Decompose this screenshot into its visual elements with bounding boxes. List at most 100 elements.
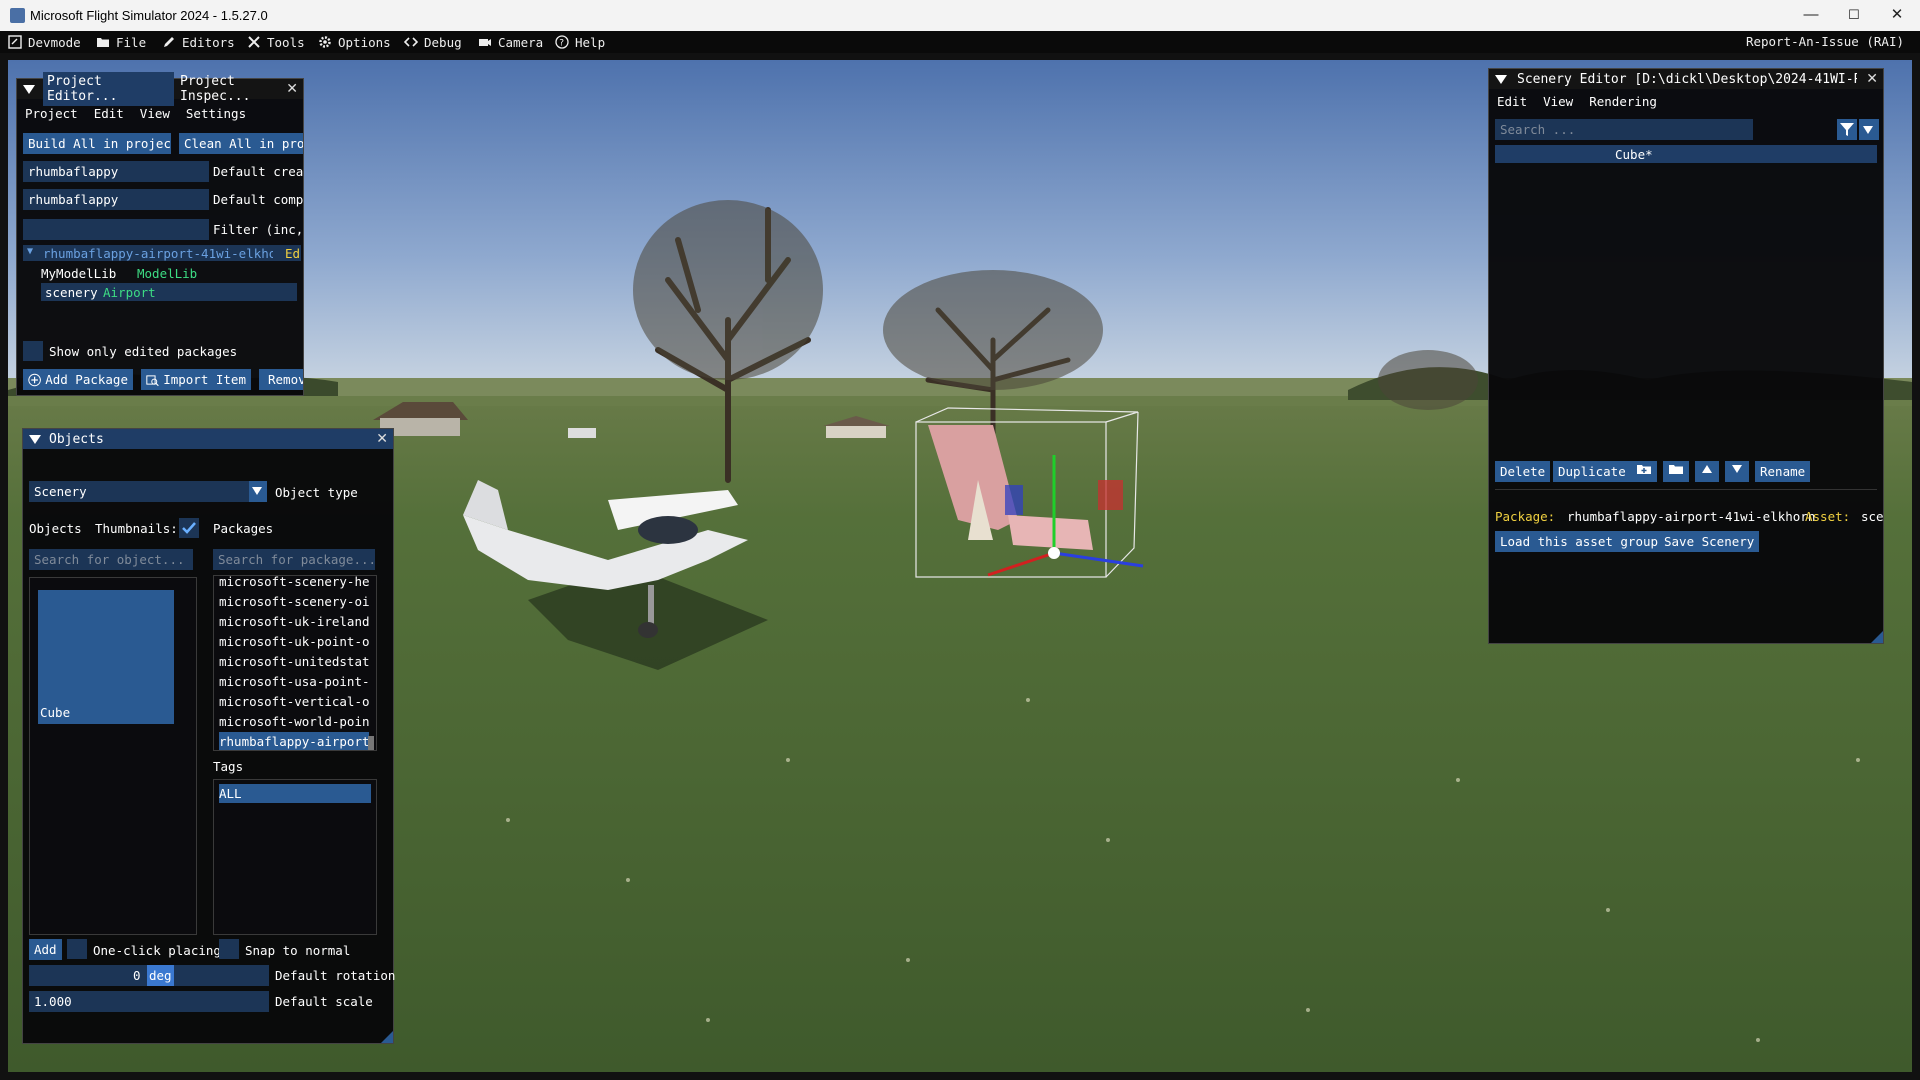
scrollbar-thumb[interactable]: [368, 736, 374, 750]
save-scenery-button[interactable]: Save Scenery: [1659, 531, 1760, 552]
search-package-input[interactable]: Search for package...: [213, 549, 375, 570]
list-item[interactable]: microsoft-world-point: [219, 712, 369, 731]
menu-view[interactable]: View: [1543, 94, 1573, 109]
resize-grip[interactable]: [381, 1031, 393, 1043]
divider: [1495, 489, 1877, 490]
tab-project-inspector[interactable]: Project Inspec...: [180, 74, 303, 104]
filter-icon[interactable]: [1837, 119, 1857, 140]
close-icon[interactable]: ✕: [1866, 71, 1878, 87]
menu-devmode[interactable]: Devmode: [8, 34, 81, 50]
tags-list: ALL: [213, 779, 377, 935]
collapse-triangle-icon[interactable]: [23, 84, 35, 94]
show-edited-checkbox[interactable]: [23, 341, 43, 361]
gear-icon: [319, 36, 331, 48]
menu-settings[interactable]: Settings: [186, 106, 246, 121]
menu-edit[interactable]: Edit: [94, 106, 124, 121]
scenery-search-input[interactable]: Search ...: [1495, 119, 1753, 140]
tree-item[interactable]: MyModelLib ModelLib: [37, 264, 301, 282]
menu-tools[interactable]: Tools: [247, 34, 305, 50]
menu-project[interactable]: Project: [25, 106, 78, 121]
expand-arrow-icon[interactable]: ▼: [27, 246, 33, 257]
menu-camera[interactable]: Camera: [478, 34, 543, 50]
app-icon: [10, 8, 25, 23]
open-folder-button[interactable]: [1663, 461, 1689, 482]
collapse-triangle-icon[interactable]: [29, 434, 41, 444]
close-icon[interactable]: ✕: [376, 431, 388, 447]
tag-item[interactable]: ALL: [219, 784, 371, 803]
new-folder-button[interactable]: [1631, 461, 1657, 482]
menu-rendering[interactable]: Rendering: [1589, 94, 1657, 109]
tree-root-row[interactable]: ▼ rhumbaflappy-airport-41wi-elkhorn Ed: [23, 245, 301, 261]
scenery-item-row[interactable]: Cube*: [1495, 145, 1877, 163]
one-click-label: One-click placing: [93, 943, 221, 958]
add-package-button[interactable]: Add Package: [23, 369, 133, 390]
scale-input[interactable]: 1.000: [29, 991, 269, 1012]
import-item-button[interactable]: Import Item: [141, 369, 251, 390]
move-up-button[interactable]: [1695, 461, 1719, 482]
delete-button[interactable]: Delete: [1495, 461, 1551, 482]
objects-panel-title: Objects: [49, 431, 104, 447]
scenery-item-label: Cube*: [1615, 147, 1653, 162]
scenery-menu: Edit View Rendering: [1489, 91, 1883, 111]
tree-root-tag: Ed: [285, 246, 301, 261]
asset-label: Asset:: [1805, 509, 1851, 524]
build-all-button[interactable]: Build All in project: [23, 133, 171, 154]
creator-input[interactable]: rhumbaflappy: [23, 161, 209, 182]
plus-circle-icon: [28, 373, 41, 386]
one-click-checkbox[interactable]: [67, 939, 87, 959]
list-item[interactable]: microsoft-uk-ireland-: [219, 612, 369, 631]
load-asset-group-button[interactable]: Load this asset group: [1495, 531, 1664, 552]
folder-plus-icon: [1637, 465, 1651, 474]
scale-label: Default scale: [275, 994, 373, 1009]
tab-project-editor[interactable]: Project Editor...: [43, 72, 174, 106]
arrow-up-icon: [1702, 465, 1712, 473]
objects-panel: Objects ✕ Scenery Object type Objects Th…: [22, 428, 395, 1044]
thumbnails-checkbox[interactable]: [179, 518, 199, 538]
collapse-triangle-icon[interactable]: [1495, 74, 1507, 84]
creator-label: Default creator: [213, 164, 303, 179]
menu-view[interactable]: View: [140, 106, 170, 121]
list-item[interactable]: microsoft-uk-point-of: [219, 632, 369, 651]
company-input[interactable]: rhumbaflappy: [23, 189, 209, 210]
snap-normal-checkbox[interactable]: [219, 939, 239, 959]
packages-label: Packages: [213, 521, 274, 536]
filter-dropdown-icon[interactable]: [1859, 119, 1879, 140]
camera-icon: [479, 39, 491, 46]
close-icon[interactable]: ✕: [286, 81, 298, 97]
remove-button[interactable]: Remove: [259, 369, 303, 390]
list-item[interactable]: microsoft-vertical-ob: [219, 692, 369, 711]
menu-help[interactable]: ? Help: [555, 34, 605, 50]
objects-list: Cube: [29, 577, 197, 935]
snap-normal-label: Snap to normal: [245, 943, 351, 958]
menu-debug[interactable]: Debug: [404, 34, 462, 50]
filter-input[interactable]: [23, 219, 209, 240]
menu-editors[interactable]: Editors: [162, 34, 235, 50]
list-item[interactable]: microsoft-scenery-heli: [219, 576, 369, 591]
maximize-button[interactable]: ☐: [1839, 4, 1869, 26]
report-issue-link[interactable]: Report-An-Issue (RAI): [1746, 34, 1904, 49]
clean-all-button[interactable]: Clean All in project: [179, 133, 303, 154]
close-window-button[interactable]: ✕: [1882, 4, 1912, 26]
menu-edit[interactable]: Edit: [1497, 94, 1527, 109]
list-item-selected[interactable]: rhumbaflappy-airport-: [219, 732, 369, 750]
add-object-button[interactable]: Add: [29, 939, 62, 960]
menu-file[interactable]: File: [96, 34, 146, 50]
dropdown-arrow-icon[interactable]: [249, 481, 267, 502]
rename-button[interactable]: Rename: [1755, 461, 1811, 482]
devmode-icon: [8, 35, 22, 49]
list-item[interactable]: microsoft-unitedstate: [219, 652, 369, 671]
move-down-button[interactable]: [1725, 461, 1749, 482]
rotation-input[interactable]: 0 deg: [29, 965, 269, 986]
asset-value: sce: [1861, 509, 1883, 524]
tools-icon: [248, 36, 260, 48]
list-item[interactable]: microsoft-scenery-oil: [219, 592, 369, 611]
duplicate-button[interactable]: Duplicate: [1553, 461, 1631, 482]
tree-item[interactable]: scenery Airport: [41, 283, 297, 301]
list-item[interactable]: microsoft-usa-point-o: [219, 672, 369, 691]
object-type-select[interactable]: Scenery: [29, 481, 267, 502]
resize-grip[interactable]: [1871, 631, 1883, 643]
menu-options[interactable]: Options: [318, 34, 391, 50]
object-thumbnail-cube[interactable]: Cube: [38, 590, 174, 724]
minimize-button[interactable]: —: [1796, 4, 1826, 26]
search-object-input[interactable]: Search for object...: [29, 549, 193, 570]
